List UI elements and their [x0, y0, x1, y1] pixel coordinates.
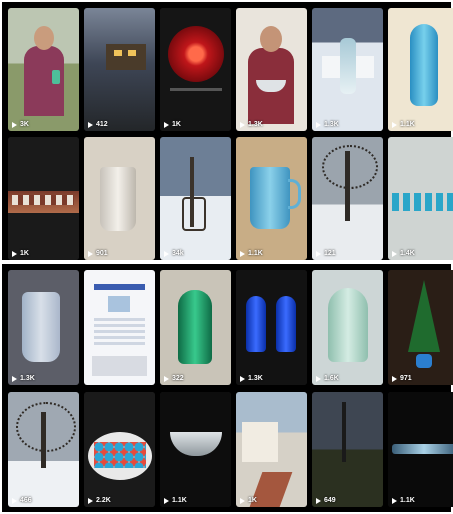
play-icon — [12, 497, 17, 504]
view-count-label: 971 — [400, 375, 412, 382]
play-icon — [240, 375, 245, 382]
video-thumbnail[interactable]: 322 — [160, 270, 231, 385]
view-count-label: 1.6K — [324, 375, 339, 382]
play-icon — [164, 250, 169, 257]
view-count: 1K — [164, 121, 181, 128]
view-count: 1.1K — [392, 497, 415, 504]
view-count-label: 1.1K — [400, 121, 415, 128]
view-count-label: 1.1K — [172, 497, 187, 504]
view-count-label: 322 — [172, 375, 184, 382]
view-count-label: 412 — [96, 121, 108, 128]
view-count: 901 — [88, 250, 108, 257]
view-count-label: 34k — [172, 250, 184, 257]
play-icon — [88, 497, 93, 504]
play-icon — [240, 250, 245, 257]
view-count: 971 — [392, 375, 412, 382]
view-count-label: 1.1K — [400, 497, 415, 504]
play-icon — [88, 121, 93, 128]
video-thumbnail[interactable]: 971 — [388, 270, 453, 385]
play-icon — [316, 375, 321, 382]
view-count-label: 1.4K — [400, 250, 415, 257]
view-count: 466 — [12, 497, 32, 504]
view-count-label: 1.3K — [248, 375, 263, 382]
view-count: 322 — [164, 375, 184, 382]
video-thumbnail[interactable] — [84, 270, 155, 385]
view-count: 1.1K — [240, 250, 263, 257]
view-count: 1.4K — [392, 250, 415, 257]
play-icon — [88, 250, 93, 257]
view-count: 1.3K — [12, 375, 35, 382]
view-count-label: 1K — [20, 250, 29, 257]
play-icon — [392, 375, 397, 382]
video-thumbnail[interactable]: 649 — [312, 392, 383, 507]
play-icon — [164, 121, 169, 128]
video-thumbnail[interactable]: 1K — [160, 8, 231, 131]
view-count-label: 1.3K — [248, 121, 263, 128]
view-count-label: 3K — [20, 121, 29, 128]
play-icon — [316, 497, 321, 504]
view-count-label: 901 — [96, 250, 108, 257]
video-thumbnail[interactable]: 1.3K — [236, 270, 307, 385]
view-count: 1.3K — [316, 121, 339, 128]
video-thumbnail[interactable]: 3K — [8, 8, 79, 131]
view-count: 1.1K — [164, 497, 187, 504]
video-thumbnail[interactable]: 1K — [236, 392, 307, 507]
video-thumbnail[interactable]: 1.1K — [388, 392, 453, 507]
play-icon — [392, 497, 397, 504]
video-thumbnail[interactable]: 1.1K — [236, 137, 307, 260]
video-thumbnail[interactable]: 34k — [160, 137, 231, 260]
view-count-label: 1K — [172, 121, 181, 128]
play-icon — [240, 121, 245, 128]
video-thumbnail[interactable]: 1.4K — [388, 137, 453, 260]
play-icon — [164, 497, 169, 504]
video-thumbnail[interactable]: 901 — [84, 137, 155, 260]
video-thumbnail[interactable]: 412 — [84, 8, 155, 131]
play-icon — [392, 121, 397, 128]
video-thumbnail[interactable]: 466 — [8, 392, 79, 507]
video-thumbnail[interactable]: 1.3K — [8, 270, 79, 385]
view-count: 1.3K — [240, 121, 263, 128]
play-icon — [164, 375, 169, 382]
video-thumbnail[interactable]: 1K — [8, 137, 79, 260]
view-count-label: 2.2K — [96, 497, 111, 504]
view-count-label: 1K — [248, 497, 257, 504]
view-count: 1.3K — [240, 375, 263, 382]
video-thumbnail[interactable]: 1.6K — [312, 270, 383, 385]
view-count-label: 466 — [20, 497, 32, 504]
video-grid-top: 3K 412 1K 1.3K 1.3K 1.1K 1K 901 34k 1.1K 121 1.4K — [2, 2, 453, 260]
video-thumbnail[interactable]: 121 — [312, 137, 383, 260]
view-count: 1.1K — [392, 121, 415, 128]
view-count: 1K — [240, 497, 257, 504]
play-icon — [12, 121, 17, 128]
view-count-label: 1.3K — [324, 121, 339, 128]
view-count-label: 1.3K — [20, 375, 35, 382]
view-count: 121 — [316, 250, 336, 257]
play-icon — [392, 250, 397, 257]
video-thumbnail[interactable]: 1.3K — [236, 8, 307, 131]
view-count-label: 121 — [324, 250, 336, 257]
play-icon — [316, 121, 321, 128]
video-grid-screenshot: 3K 412 1K 1.3K 1.3K 1.1K 1K 901 34k 1.1K 121 1.4K 1… — [0, 0, 453, 514]
view-count-label: 649 — [324, 497, 336, 504]
view-count: 1.6K — [316, 375, 339, 382]
view-count: 412 — [88, 121, 108, 128]
video-thumbnail[interactable]: 1.3K — [312, 8, 383, 131]
view-count: 34k — [164, 250, 184, 257]
view-count: 1K — [12, 250, 29, 257]
view-count: 3K — [12, 121, 29, 128]
video-grid-bottom: 1.3K 322 1.3K 1.6K 971 466 2.2K 1.1K 1K 649 1.1K — [2, 264, 453, 512]
play-icon — [240, 497, 245, 504]
video-thumbnail[interactable]: 1.1K — [160, 392, 231, 507]
video-thumbnail[interactable]: 1.1K — [388, 8, 453, 131]
play-icon — [12, 250, 17, 257]
view-count: 649 — [316, 497, 336, 504]
view-count: 2.2K — [88, 497, 111, 504]
video-thumbnail[interactable]: 2.2K — [84, 392, 155, 507]
view-count-label: 1.1K — [248, 250, 263, 257]
play-icon — [316, 250, 321, 257]
play-icon — [12, 375, 17, 382]
